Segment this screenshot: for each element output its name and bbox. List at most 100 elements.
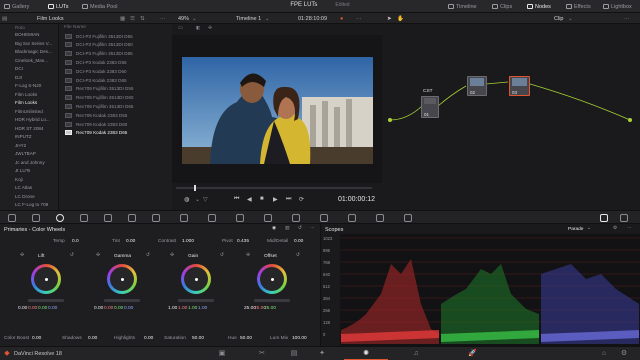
node-03[interactable]: 03 — [509, 76, 530, 96]
lut-list-item[interactable]: Rec709 Fujifilm 3513DI D65 — [65, 102, 133, 110]
viewer-zoom[interactable]: 49% — [178, 14, 189, 23]
lut-list-item[interactable]: DCI-P3 Fujifilm 3513DI D65 — [65, 50, 133, 58]
tree-item[interactable]: Blackmagic Des... — [15, 49, 52, 54]
motion-effects-icon[interactable] — [104, 214, 112, 222]
tree-item[interactable]: LC Drone — [15, 194, 35, 199]
pivot-value[interactable]: 0.435 — [237, 239, 249, 244]
deliver-page-icon[interactable]: 🚀 — [468, 350, 477, 358]
tree-item[interactable]: JHY2 — [15, 143, 26, 148]
lut-list-item[interactable]: DCI-P3 Fujifilm 3513DI D55 — [65, 32, 133, 40]
shadows-value[interactable]: 0.00 — [88, 336, 97, 341]
home-icon[interactable]: ⌂ — [600, 350, 608, 358]
node-01[interactable]: CST 01 — [421, 89, 439, 118]
scope-options-icon[interactable]: ⋯ — [627, 226, 632, 231]
lut-list-item[interactable]: Rec709 Fujifilm 3513DI D60 — [65, 94, 133, 102]
viewer-tool-icon[interactable]: ▭ — [178, 26, 183, 31]
wheel-value[interactable]: 0.00 — [114, 306, 123, 311]
color-page-icon[interactable]: ✺ — [362, 350, 370, 358]
tree-item[interactable]: HDR Hybrid Lo... — [15, 117, 50, 122]
timeline-chevron-icon[interactable]: ⌄ — [265, 14, 270, 23]
more-options-icon[interactable]: ⋯ — [160, 14, 166, 23]
fusion-page-icon[interactable]: ✦ — [318, 350, 326, 358]
tree-item[interactable]: FilmUnlimited — [15, 109, 43, 114]
color-match-icon[interactable] — [32, 214, 40, 222]
flag-icon[interactable]: ▽ — [203, 196, 208, 203]
hdr-icon[interactable] — [128, 214, 136, 222]
tree-item[interactable]: Cinelook_Mas... — [15, 58, 48, 63]
tree-item[interactable]: Big Sur Series V... — [15, 41, 52, 46]
key-icon[interactable] — [348, 214, 356, 222]
viewer-options-icon[interactable]: ⋯ — [356, 14, 362, 23]
nodes-tab[interactable]: Nodes — [527, 2, 551, 11]
lut-list-item[interactable]: DCI-P3 Kodak 2383 D55 — [65, 58, 127, 66]
tree-item[interactable]: LC F-Log to 709 — [15, 202, 48, 207]
wheel-value[interactable]: 1.00 — [168, 306, 177, 311]
tree-item[interactable]: DJI — [15, 75, 22, 80]
list-view-icon[interactable]: ☰ — [130, 14, 135, 23]
contrast-value[interactable]: 1.000 — [182, 239, 194, 244]
dolby-icon[interactable]: ◍ — [184, 196, 189, 203]
middetail-value[interactable]: 0.00 — [294, 239, 303, 244]
node-options-icon[interactable]: ⋯ — [624, 14, 630, 23]
color-wheels-icon[interactable] — [56, 214, 64, 222]
color-warper-icon[interactable] — [180, 214, 188, 222]
wheel-value[interactable]: 0.00 — [124, 306, 133, 311]
wheel-value[interactable]: 0.00 — [94, 306, 103, 311]
wheel-crosshair-icon[interactable]: ✣ — [96, 253, 100, 258]
wheel-reset-icon[interactable]: ↺ — [70, 253, 74, 258]
primaries-wheels-mode-icon[interactable]: ◉ — [272, 226, 276, 231]
clips-tab[interactable]: Clips — [492, 2, 512, 11]
tree-item[interactable]: F-Log S-N20 — [15, 83, 41, 88]
wheel-center-point[interactable] — [45, 278, 48, 281]
lut-list-item[interactable]: DCI-P3 Fujifilm 3513DI D60 — [65, 41, 133, 49]
lightbox-tab[interactable]: Lightbox — [603, 2, 632, 11]
rgb-mixer-icon[interactable] — [80, 214, 88, 222]
magic-mask-icon[interactable] — [292, 214, 300, 222]
wheel-reset-icon[interactable]: ↺ — [296, 253, 300, 258]
settings-icon[interactable]: ⚙ — [620, 350, 628, 358]
play-reverse-icon[interactable]: ◀ — [247, 196, 252, 203]
edit-page-icon[interactable]: ▤ — [290, 350, 298, 358]
loop-icon[interactable]: ⟳ — [299, 196, 304, 203]
playhead[interactable] — [194, 185, 196, 191]
tracker-icon[interactable] — [264, 214, 272, 222]
wheel-value[interactable]: 1.00 — [178, 306, 187, 311]
gallery-tab[interactable]: Gallery — [4, 2, 29, 11]
scopes-icon[interactable] — [600, 214, 608, 222]
sizing-icon[interactable] — [376, 214, 384, 222]
temp-value[interactable]: 0.0 — [72, 239, 79, 244]
wheel-value[interactable]: 0.00 — [18, 306, 27, 311]
primaries-options-icon[interactable]: ⋯ — [310, 226, 315, 231]
clip-options-icon[interactable]: ● — [340, 14, 343, 23]
scope-mode-chevron-icon[interactable]: ⌄ — [587, 226, 591, 231]
go-to-start-icon[interactable]: ⏮ — [234, 196, 239, 203]
blur-icon[interactable] — [320, 214, 328, 222]
scope-settings-icon[interactable]: ⚙ — [613, 226, 617, 231]
grid-view-icon[interactable]: ▦ — [120, 14, 125, 23]
tree-item[interactable]: JWLTBAP — [15, 151, 36, 156]
lut-list-item[interactable]: Rec709 Fujifilm 3513DI D55 — [65, 85, 133, 93]
wheel-value[interactable]: 0.00 — [38, 306, 47, 311]
cut-page-icon[interactable]: ✂ — [258, 350, 266, 358]
wheel-crosshair-icon[interactable]: ✣ — [20, 253, 24, 258]
timeline-tab[interactable]: Timeline — [448, 2, 477, 11]
lut-list-item[interactable]: Rec709 Kodak 2383 D65 — [65, 129, 127, 137]
primaries-reset-icon[interactable]: ↺ — [298, 226, 302, 231]
scope-mode-selector[interactable]: Parade — [568, 227, 583, 232]
sidebar-toggle-icon[interactable]: ▤ — [2, 14, 7, 23]
audio-icon[interactable]: ⌄ — [195, 196, 200, 203]
tree-item[interactable]: Film Looks — [15, 92, 37, 97]
hue-value[interactable]: 50.00 — [240, 336, 252, 341]
pointer-tool-icon[interactable]: ➤ — [387, 14, 392, 23]
primaries-bars-mode-icon[interactable]: ▥ — [285, 226, 290, 231]
timeline-selector[interactable]: Timeline 1 — [236, 14, 261, 23]
lut-list-item[interactable]: Rec709 Kodak 2383 D55 — [65, 111, 127, 119]
tree-item[interactable]: BOHEMIAN — [15, 32, 40, 37]
media-page-icon[interactable]: ▣ — [218, 350, 226, 358]
wheel-reset-icon[interactable]: ↺ — [146, 253, 150, 258]
wheel-value[interactable]: 1.00 — [198, 306, 207, 311]
clip-chevron-icon[interactable]: ⌄ — [568, 14, 573, 23]
wipe-tool-icon[interactable]: ◧ — [196, 26, 201, 31]
hand-tool-icon[interactable]: ✋ — [397, 14, 404, 23]
tree-item[interactable]: INPUTZ — [15, 134, 32, 139]
